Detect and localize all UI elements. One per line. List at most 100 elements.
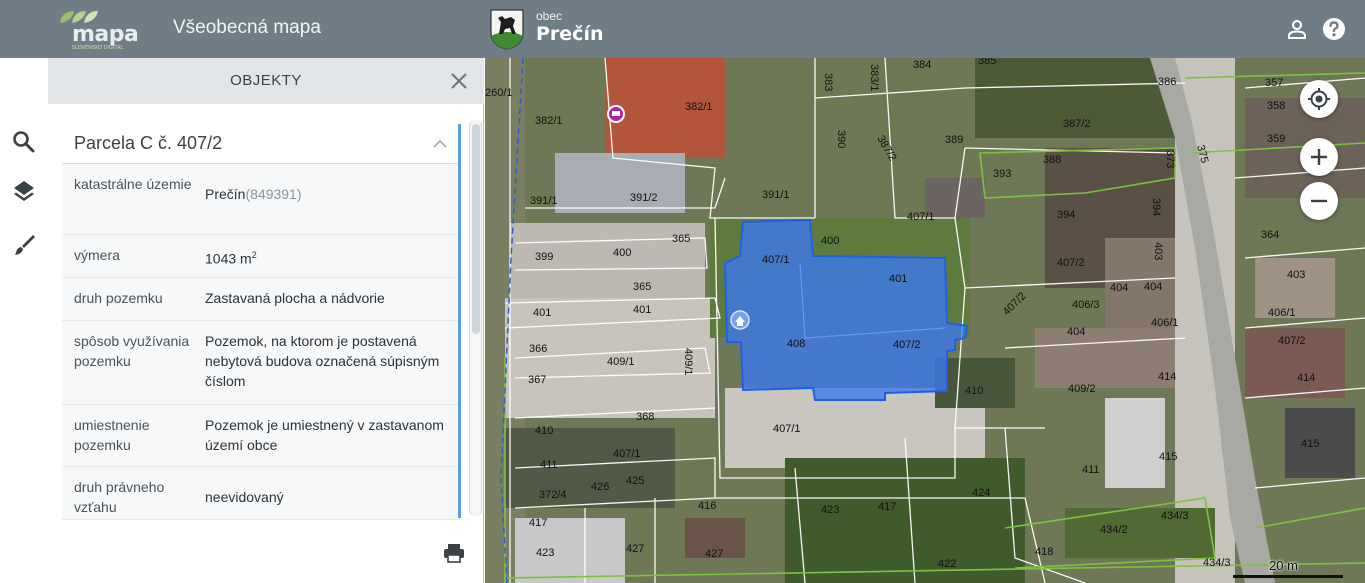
parcel-number-label: 406/1: [1151, 317, 1179, 329]
attribute-label: spôsob využívania pozemku: [74, 333, 190, 369]
parcel-number-label: 415: [1301, 438, 1319, 450]
parcel-number-label: 411: [1082, 464, 1100, 476]
brush-icon: [15, 235, 35, 255]
parcel-number-label: 406/1: [1268, 307, 1296, 319]
municipality-name: Prečín: [536, 23, 604, 45]
parcel-number-label: 417: [529, 517, 547, 529]
parcel-number-label: 415: [1159, 451, 1177, 463]
scrollbar-thumb[interactable]: [472, 124, 480, 334]
locate-icon: [1308, 88, 1330, 110]
attribute-row: umiestnenie pozemku Pozemok je umiestnen…: [62, 405, 460, 467]
zoom-out-icon: [1311, 199, 1327, 203]
card-focus-indicator: [458, 124, 461, 518]
cadastral-area-code: (849391): [245, 186, 302, 202]
parcel-number-label: 401: [533, 307, 551, 319]
layers-icon: [14, 181, 34, 201]
attribute-value: Zastavaná plocha a nádvorie: [205, 290, 385, 306]
parcel-number-label: 382/1: [535, 115, 563, 127]
parcel-number-label: 407/1: [613, 448, 641, 460]
parcel-number-label: 434/3: [1161, 510, 1189, 522]
app-header: mapa SLOVENSKO DIGITÁL Všeobecná mapa ob…: [0, 0, 1365, 58]
parcel-number-label: 365: [633, 281, 651, 293]
layers-tool-button[interactable]: [10, 177, 38, 205]
parcel-number-label: 367: [528, 374, 546, 386]
app-title: Všeobecná mapa: [173, 17, 321, 38]
parcel-card-header[interactable]: Parcela C č. 407/2: [62, 124, 460, 164]
zoom-out-button[interactable]: [1300, 182, 1338, 220]
close-icon[interactable]: [450, 72, 468, 90]
panel-header: OBJEKTY: [48, 58, 484, 104]
shop-marker-icon: [607, 105, 625, 123]
attribute-value: 1043 m2: [205, 245, 453, 269]
parcel-number-label: 411: [540, 459, 558, 471]
municipality-crest-icon: [490, 9, 524, 50]
parcel-number-label: 368: [636, 411, 654, 423]
parcel-number-label: 407/2: [1057, 257, 1085, 269]
app-logo[interactable]: mapa SLOVENSKO DIGITÁL: [58, 9, 139, 51]
parcel-number-label: 384: [913, 59, 931, 71]
panel-scrollbar[interactable]: [469, 120, 482, 516]
parcel-number-label: 373: [1164, 150, 1176, 168]
parcel-number-label: 364: [1261, 229, 1279, 241]
zoom-in-icon: [1311, 149, 1327, 165]
parcel-number-label: 388: [1043, 154, 1061, 166]
attribute-row: katastrálne územie Prečín(849391): [62, 164, 460, 235]
parcel-number-label: 386: [1158, 76, 1176, 88]
parcel-number-label: 366: [529, 343, 547, 355]
parcel-number-label: 389: [945, 134, 963, 146]
logo-tagline: SLOVENSKO DIGITÁL: [72, 45, 124, 51]
attribute-row: druh právneho vzťahu neevidovaný: [62, 467, 460, 520]
parcel-number-label: 385: [978, 58, 996, 67]
user-button[interactable]: [1285, 17, 1309, 41]
help-icon: [1323, 18, 1345, 40]
parcel-number-label: 423: [536, 547, 554, 559]
parcel-number-label: 357: [1265, 77, 1283, 89]
parcel-number-label: 394: [1150, 198, 1162, 216]
attribute-label: umiestnenie pozemku: [74, 417, 150, 453]
draw-tool-button[interactable]: [10, 231, 38, 259]
municipality-caption: obec: [536, 9, 563, 23]
attribute-value: Pozemok, na ktorom je postavená nebytová…: [205, 333, 440, 389]
help-button[interactable]: [1322, 17, 1346, 41]
parcel-number-label: 409/1: [607, 356, 635, 368]
print-icon[interactable]: [442, 541, 466, 565]
parcel-number-label: 393: [993, 168, 1011, 180]
parcel-number-label: 260/1: [485, 87, 513, 99]
user-icon: [1288, 20, 1306, 39]
parcel-number-label: 383/1: [868, 64, 880, 92]
attribute-label: katastrálne územie: [74, 176, 192, 192]
parcel-number-label: 407/2: [1278, 335, 1306, 347]
parcel-number-label: 399: [535, 251, 553, 263]
zoom-in-button[interactable]: [1300, 138, 1338, 176]
attribute-row: druh pozemku Zastavaná plocha a nádvorie: [62, 278, 460, 321]
parcel-number-label: 383: [822, 73, 834, 91]
parcel-number-label: 391/1: [530, 195, 558, 207]
parcel-number-label: 365: [672, 233, 690, 245]
parcel-number-label: 404: [1144, 281, 1162, 293]
building-marker-icon: [730, 310, 750, 330]
parcel-number-label: 422: [938, 558, 956, 570]
parcel-number-label: 424: [972, 487, 990, 499]
scale-label: 20 m: [1269, 558, 1298, 573]
locate-button[interactable]: [1300, 80, 1338, 118]
parcel-title: Parcela C č. 407/2: [74, 133, 223, 153]
cadastral-area-name: Prečín: [205, 186, 246, 202]
parcel-number-label: 426: [591, 481, 609, 493]
attribute-value: Pozemok je umiestnený v zastavanom území…: [205, 417, 444, 453]
parcel-number-label: 410: [535, 425, 553, 437]
attribute-row: výmera 1043 m2: [62, 235, 460, 278]
objects-panel: OBJEKTY Parcela C č. 407/2 katastrálne ú…: [0, 58, 484, 583]
parcel-number-label: 417: [878, 501, 896, 513]
scale-line: [1233, 575, 1343, 578]
parcel-number-label: 414: [1158, 371, 1176, 383]
parcel-number-label: 391/2: [630, 192, 658, 204]
aerial-map: 260/1 382/1 382/1 383 383/1 384 385 386 …: [485, 58, 1365, 583]
parcel-number-label: 400: [821, 235, 839, 247]
search-tool-button[interactable]: [10, 128, 38, 156]
search-icon: [13, 131, 35, 153]
area-value: 1043 m: [205, 250, 252, 267]
attribute-row: spôsob využívania pozemku Pozemok, na kt…: [62, 321, 460, 405]
map-view[interactable]: 260/1 382/1 382/1 383 383/1 384 385 386 …: [485, 58, 1365, 583]
parcel-number-label: 423: [821, 504, 839, 516]
chevron-up-icon[interactable]: [432, 136, 448, 152]
